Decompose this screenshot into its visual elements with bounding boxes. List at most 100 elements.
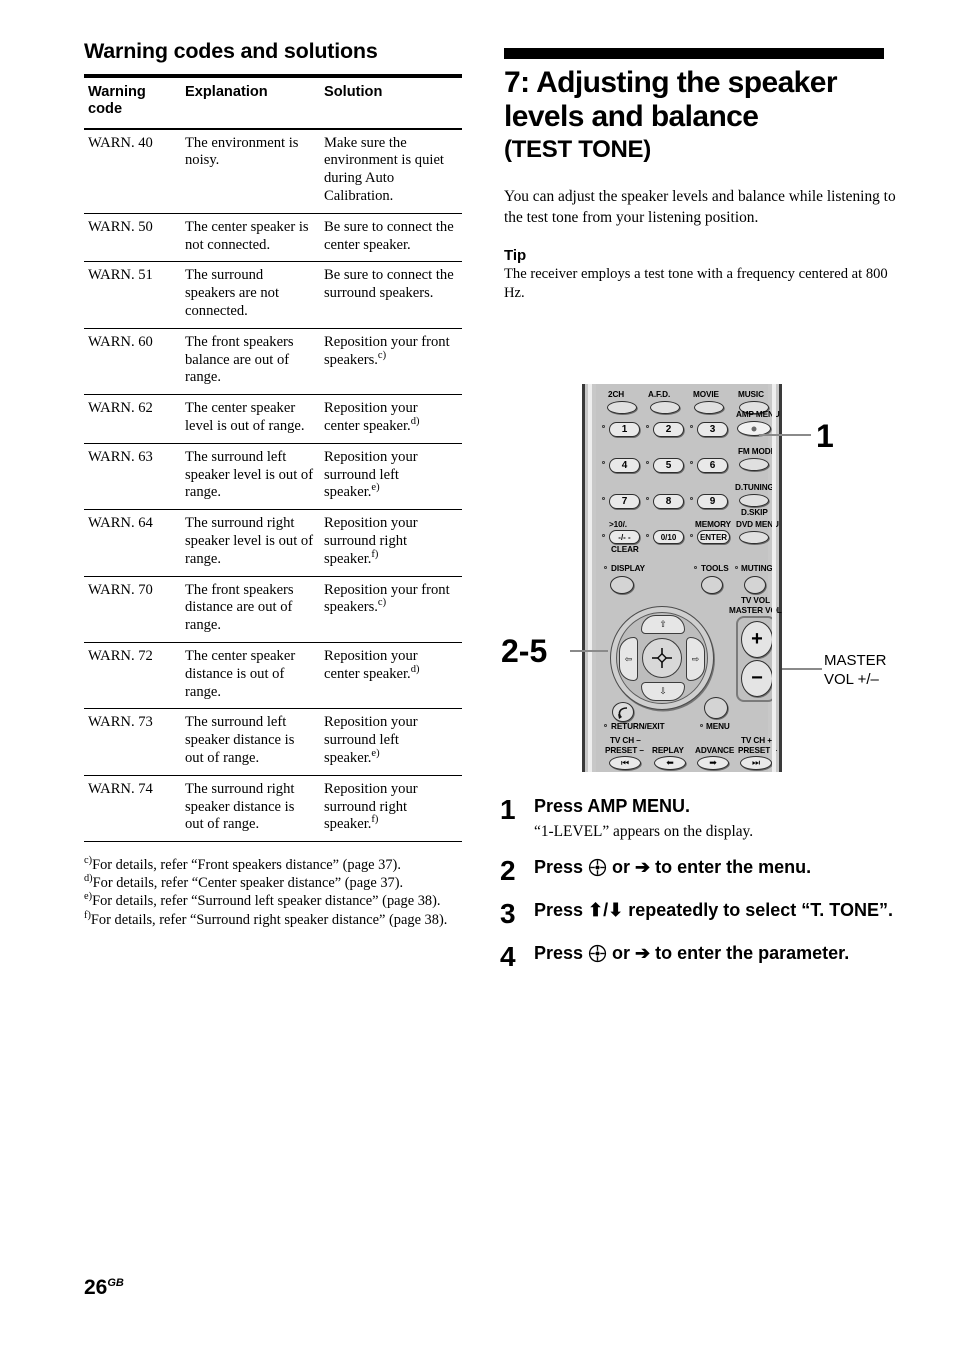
cell-explanation: The surround right speaker distance is o…: [181, 775, 320, 843]
button-advance[interactable]: ➡: [697, 756, 729, 770]
button-2ch[interactable]: [607, 401, 637, 414]
directional-pad[interactable]: ⇧ ⇩ ⇦ ⇨: [610, 606, 714, 710]
label-tools: TOOLS: [701, 564, 729, 573]
button-replay[interactable]: ⬅: [654, 756, 686, 770]
cell-warning-code: WARN. 50: [84, 213, 181, 263]
amp-menu-dot-icon: [751, 426, 757, 431]
cell-warning-code: WARN. 62: [84, 394, 181, 444]
step-body: Press AMP MENU. “1-LEVEL” appears on the …: [534, 795, 900, 842]
cell-warning-code: WARN. 63: [84, 443, 181, 511]
arrow-left-icon: ⇦: [624, 653, 633, 664]
callout-master-vol: MASTER VOL +/–: [824, 652, 887, 688]
step-number: 3: [500, 898, 516, 930]
indicator-dot-5: [646, 461, 650, 465]
cell-explanation: The front speakers balance are out of ra…: [181, 328, 320, 396]
button-num-6[interactable]: 6: [697, 458, 728, 473]
cell-warning-code: WARN. 72: [84, 642, 181, 710]
dpad-right-button[interactable]: ⇨: [686, 637, 705, 681]
dpad-down-button[interactable]: ⇩: [641, 682, 685, 701]
return-arrow-icon: [618, 707, 628, 719]
advance-arrow-icon: ➡: [709, 757, 717, 768]
callout-2-5: 2-5: [501, 633, 548, 669]
button-num-9[interactable]: 9: [697, 494, 728, 509]
cell-explanation: The front speakers distance are out of r…: [181, 576, 320, 643]
intro-paragraph: You can adjust the speaker levels and ba…: [504, 187, 896, 227]
arrow-up-icon: ⇧: [659, 619, 667, 629]
column-header-explanation: Explanation: [181, 73, 320, 130]
footnote-marker: e): [371, 482, 380, 494]
button-preset-minus[interactable]: ⏮: [609, 756, 641, 770]
arrow-right-icon: ⇨: [691, 653, 700, 664]
button-dvd-menu[interactable]: [739, 531, 769, 544]
cell-explanation: The center speaker is not connected.: [181, 213, 320, 263]
procedure-step: 2 Press or ➔ to enter the menu.: [500, 856, 900, 885]
volume-up-button[interactable]: +: [741, 621, 773, 658]
button-d-tuning[interactable]: [739, 494, 769, 507]
label-key-10: >10/.: [609, 520, 627, 529]
step-instruction: Press or ➔ to enter the parameter.: [534, 943, 850, 964]
label-preset-plus: PRESET +: [738, 746, 778, 755]
enter-button-icon: [588, 944, 607, 963]
footnote-item: e)For details, refer “Surround left spea…: [84, 891, 441, 910]
button-muting[interactable]: [744, 576, 766, 594]
label-2ch: 2CH: [608, 390, 625, 399]
table-row: WARN. 51 The surround speakers are not co…: [84, 261, 462, 329]
button-num-2[interactable]: 2: [653, 422, 684, 437]
remote-control-diagram: 2CH A.F.D. MOVIE MUSIC 1 2 3 AMP MENU 4 …: [494, 378, 914, 778]
button-num-7[interactable]: 7: [609, 494, 640, 509]
cell-explanation: The surround left speaker distance is ou…: [181, 708, 320, 776]
label-afd: A.F.D.: [648, 390, 671, 399]
button-num-8[interactable]: 8: [653, 494, 684, 509]
footnote-item: c)For details, refer “Front speakers dis…: [84, 855, 401, 874]
button-display[interactable]: [610, 576, 634, 594]
remote-panel: 2CH A.F.D. MOVIE MUSIC 1 2 3 AMP MENU 4 …: [596, 384, 782, 772]
button-fm-mode[interactable]: [739, 458, 769, 471]
step-body: Press ⬆/⬇ repeatedly to select “T. TONE”…: [534, 899, 900, 928]
button-tools[interactable]: [701, 576, 723, 594]
cell-explanation: The surround speakers are not connected.: [181, 261, 320, 329]
cell-warning-code: WARN. 73: [84, 708, 181, 776]
table-row: WARN. 63 The surround left speaker level …: [84, 443, 462, 511]
footnote-marker: c): [377, 597, 387, 609]
footnote-mark: f): [84, 909, 91, 921]
chapter-title: 7: Adjusting the speaker levels and bala…: [504, 66, 838, 133]
button-num-4[interactable]: 4: [609, 458, 640, 473]
button-enter[interactable]: ENTER: [697, 530, 730, 544]
label-tv-ch-plus: TV CH +: [741, 736, 772, 745]
step-body: Press or ➔ to enter the menu.: [534, 856, 900, 885]
footnote-mark: c): [84, 855, 93, 867]
indicator-dot-10: [602, 534, 606, 538]
cell-solution: Reposition your surround left speaker.e): [320, 443, 462, 511]
table-row: WARN. 40 The environment is noisy. Make su…: [84, 128, 462, 214]
cell-explanation: The surround right speaker level is out …: [181, 509, 320, 577]
skip-back-icon: ⏮: [620, 757, 630, 768]
button-menu[interactable]: [704, 697, 728, 719]
button-num-3[interactable]: 3: [697, 422, 728, 437]
chapter-subtitle: (TEST TONE): [504, 135, 651, 163]
dpad-enter-button[interactable]: [642, 638, 682, 678]
dpad-left-button[interactable]: ⇦: [619, 637, 638, 681]
button-num-5[interactable]: 5: [653, 458, 684, 473]
button-key-10[interactable]: -/- -: [609, 530, 640, 544]
footnote-marker: d): [410, 416, 420, 428]
button-movie[interactable]: [694, 401, 724, 414]
button-key-0-10[interactable]: 0/10: [653, 530, 684, 544]
indicator-dot-2: [646, 425, 650, 429]
page-number: 26: [84, 1276, 108, 1299]
footnote-mark: e): [84, 891, 93, 903]
label-fm-mode: FM MODE: [738, 447, 776, 456]
button-num-1[interactable]: 1: [609, 422, 640, 437]
button-return-exit[interactable]: [612, 702, 634, 722]
chapter-rule: [504, 48, 884, 59]
label-tv-ch-minus: TV CH –: [610, 736, 641, 745]
indicator-dot-display: [604, 566, 608, 570]
column-header-solution: Solution: [320, 73, 462, 130]
label-preset-minus: PRESET –: [605, 746, 644, 755]
cell-solution: Be sure to connect the center speaker.: [320, 213, 462, 263]
dpad-up-button[interactable]: ⇧: [641, 615, 685, 634]
volume-down-button[interactable]: −: [741, 660, 773, 697]
button-afd[interactable]: [650, 401, 680, 414]
button-preset-plus[interactable]: ⏭: [740, 756, 772, 770]
footnote-marker: f): [371, 814, 379, 826]
procedure-steps: 1 Press AMP MENU. “1-LEVEL” appears on the…: [500, 795, 900, 985]
